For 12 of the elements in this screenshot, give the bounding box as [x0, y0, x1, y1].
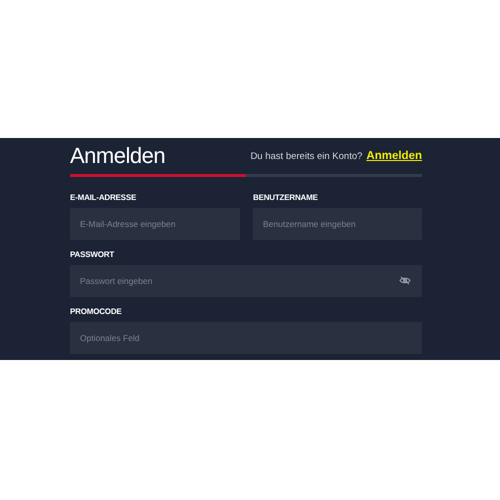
- input-field[interactable]: Passwort eingeben: [70, 265, 422, 297]
- input-field[interactable]: Benutzername eingeben: [253, 208, 422, 240]
- hidden-eye-icon[interactable]: [399, 276, 411, 285]
- field-label: E-MAIL-ADRESSE: [70, 193, 138, 203]
- field-label: BENUTZERNAME: [253, 193, 319, 203]
- input-field[interactable]: Optionales Feld: [70, 322, 422, 354]
- login-prompt: Du hast bereits ein Konto?: [250, 150, 362, 162]
- page-title: Anmelden: [70, 143, 166, 169]
- input-field[interactable]: E-Mail-Adresse eingeben: [70, 208, 240, 240]
- login-link[interactable]: Anmelden: [366, 150, 422, 162]
- field-label: PROMOCODE: [70, 307, 123, 317]
- field-label: PASSWORT: [70, 250, 116, 260]
